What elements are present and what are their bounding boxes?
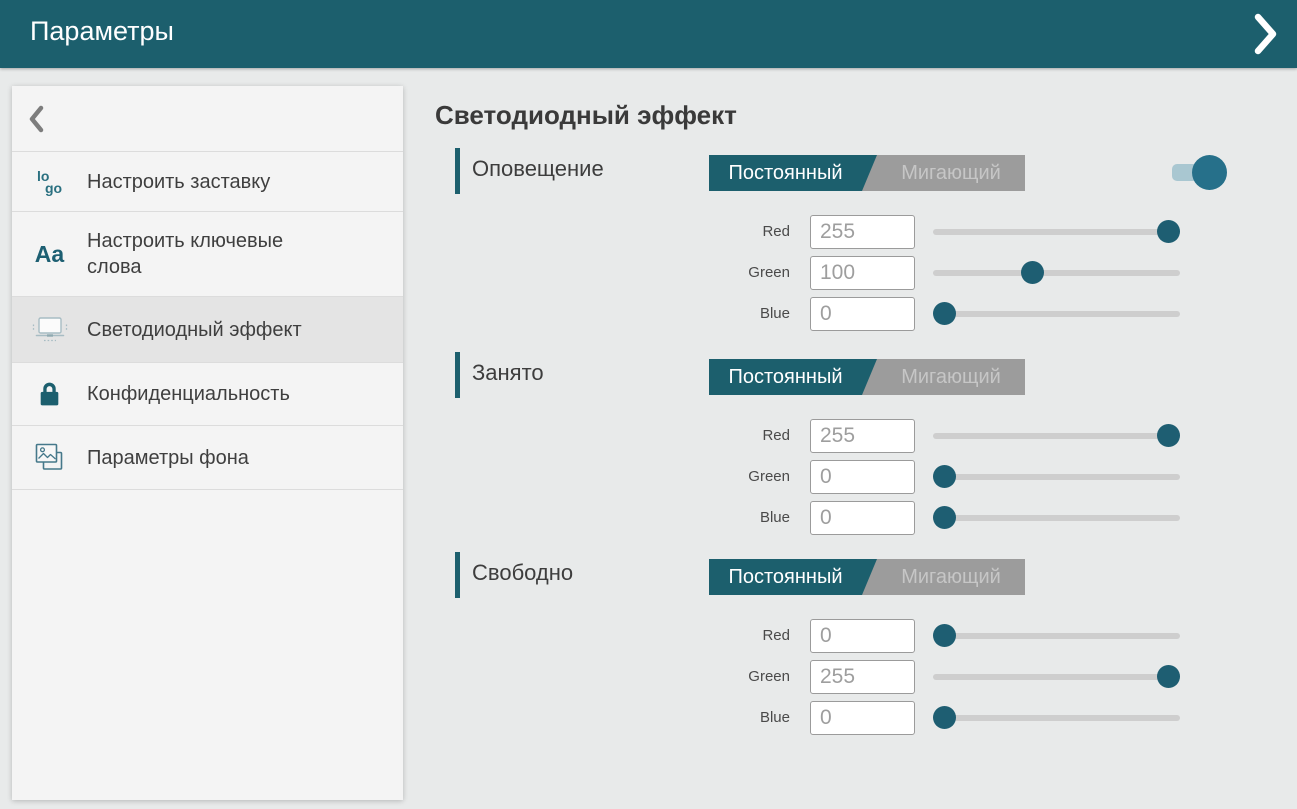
slider-thumb[interactable] xyxy=(933,706,956,729)
green-value-input[interactable] xyxy=(810,460,915,494)
red-value-input[interactable] xyxy=(810,619,915,653)
red-slider xyxy=(933,424,1180,448)
slider-thumb[interactable] xyxy=(933,465,956,488)
slider-thumb[interactable] xyxy=(1157,220,1180,243)
channel-label-red: Red xyxy=(620,427,790,444)
section-name: Свободно xyxy=(472,560,573,586)
section-name: Занято xyxy=(472,360,544,386)
sidebar-header xyxy=(12,86,403,152)
blue-value-input[interactable] xyxy=(810,501,915,535)
slider-thumb[interactable] xyxy=(1021,261,1044,284)
page-title: Параметры xyxy=(30,16,174,47)
red-value-input[interactable] xyxy=(810,419,915,453)
channel-label-blue: Blue xyxy=(620,709,790,726)
slider-track[interactable] xyxy=(933,515,1180,521)
channel-label-green: Green xyxy=(620,468,790,485)
slider-track[interactable] xyxy=(933,674,1180,680)
section-alert: Оповещение Мигающий Постоянный Red Green xyxy=(0,148,1297,348)
green-value-input[interactable] xyxy=(810,660,915,694)
green-slider xyxy=(933,261,1180,285)
red-slider xyxy=(933,220,1180,244)
section-accent-bar xyxy=(455,148,460,194)
channel-label-green: Green xyxy=(620,668,790,685)
blue-value-input[interactable] xyxy=(810,701,915,735)
mode-toggle: Мигающий Постоянный xyxy=(709,559,1025,595)
app-bar: Параметры xyxy=(0,0,1297,68)
green-value-input[interactable] xyxy=(810,256,915,290)
blue-slider xyxy=(933,302,1180,326)
green-slider xyxy=(933,665,1180,689)
slider-thumb[interactable] xyxy=(1157,665,1180,688)
mode-option-constant[interactable]: Постоянный xyxy=(709,359,877,395)
slider-track[interactable] xyxy=(933,229,1180,235)
blue-slider xyxy=(933,506,1180,530)
green-slider xyxy=(933,465,1180,489)
slider-track[interactable] xyxy=(933,633,1180,639)
slider-thumb[interactable] xyxy=(933,624,956,647)
mode-option-constant[interactable]: Постоянный xyxy=(709,155,877,191)
blue-slider xyxy=(933,706,1180,730)
channel-label-blue: Blue xyxy=(620,509,790,526)
section-name: Оповещение xyxy=(472,156,604,182)
mode-toggle: Мигающий Постоянный xyxy=(709,155,1025,191)
slider-thumb[interactable] xyxy=(1157,424,1180,447)
chevron-left-icon[interactable] xyxy=(28,104,52,134)
content-title: Светодиодный эффект xyxy=(435,100,737,131)
section-accent-bar xyxy=(455,352,460,398)
slider-track[interactable] xyxy=(933,474,1180,480)
slider-track[interactable] xyxy=(933,433,1180,439)
slider-thumb[interactable] xyxy=(933,302,956,325)
alert-enabled-switch[interactable] xyxy=(1172,155,1228,190)
slider-thumb[interactable] xyxy=(933,506,956,529)
slider-track[interactable] xyxy=(933,270,1180,276)
switch-thumb xyxy=(1192,155,1227,190)
channel-label-blue: Blue xyxy=(620,305,790,322)
red-slider xyxy=(933,624,1180,648)
blue-value-input[interactable] xyxy=(810,297,915,331)
mode-toggle: Мигающий Постоянный xyxy=(709,359,1025,395)
settings-page: Параметры lo go Настроить заставку xyxy=(0,0,1297,809)
mode-option-constant[interactable]: Постоянный xyxy=(709,559,877,595)
chevron-right-icon[interactable] xyxy=(1247,13,1283,55)
section-free: Свободно Мигающий Постоянный Red Green xyxy=(0,552,1297,752)
section-accent-bar xyxy=(455,552,460,598)
channel-label-green: Green xyxy=(620,264,790,281)
channel-label-red: Red xyxy=(620,627,790,644)
section-busy: Занято Мигающий Постоянный Red Green xyxy=(0,352,1297,552)
channel-label-red: Red xyxy=(620,223,790,240)
red-value-input[interactable] xyxy=(810,215,915,249)
slider-track[interactable] xyxy=(933,715,1180,721)
slider-track[interactable] xyxy=(933,311,1180,317)
